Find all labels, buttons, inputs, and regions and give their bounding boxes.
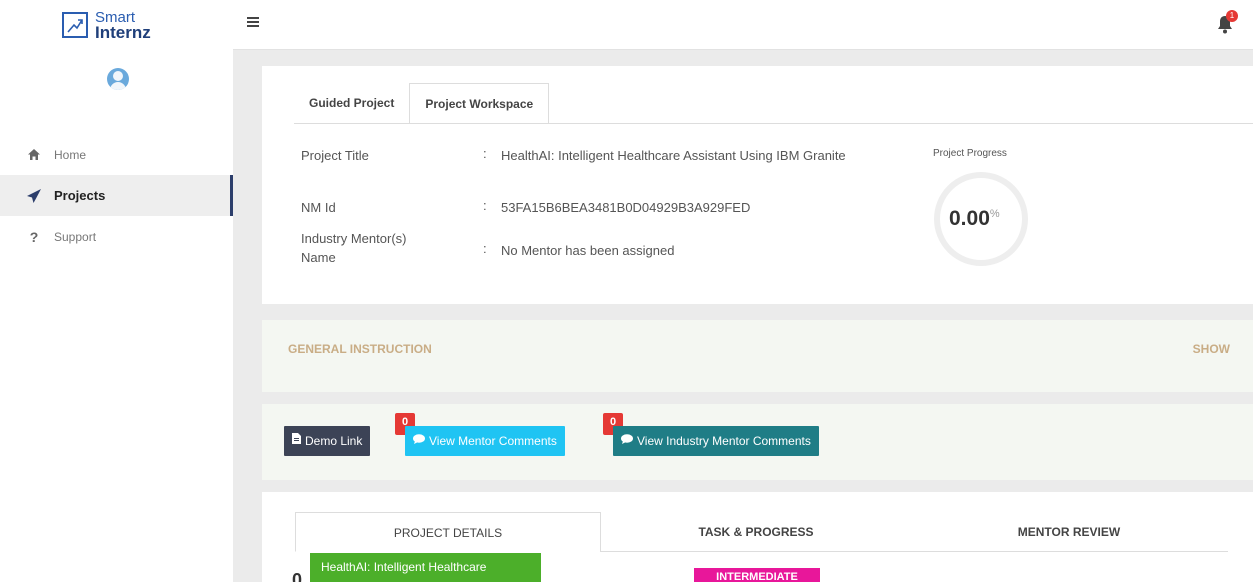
sidebar: Smart Internz Home Projects ? Support: [0, 0, 233, 582]
view-mentor-comments-button[interactable]: View Mentor Comments: [405, 426, 565, 456]
sidebar-item-label: Support: [54, 229, 97, 244]
mentor-label: Industry Mentor(s) Name: [301, 231, 407, 265]
notification-count-badge: 1: [1226, 10, 1238, 22]
tab-task-progress[interactable]: TASK & PROGRESS: [601, 512, 911, 552]
logo-icon: [62, 12, 88, 38]
separator-colon: :: [483, 241, 487, 256]
project-title-label: Project Title: [301, 148, 369, 163]
general-instruction-panel: GENERAL INSTRUCTION SHOW: [262, 320, 1253, 392]
paper-plane-icon: [24, 188, 44, 203]
project-title-chip: HealthAI: Intelligent Healthcare: [310, 553, 541, 582]
sidebar-item-label: Home: [54, 147, 87, 162]
question-icon: ?: [29, 228, 39, 245]
tab-project-details[interactable]: PROJECT DETAILS: [295, 512, 601, 552]
separator-colon: :: [483, 146, 487, 161]
sidebar-item-support[interactable]: ? Support: [0, 216, 233, 257]
view-industry-mentor-comments-button[interactable]: View Industry Mentor Comments: [613, 426, 819, 456]
brand-logo[interactable]: Smart Internz: [62, 10, 151, 42]
brand-name: Smart Internz: [95, 10, 151, 42]
user-avatar[interactable]: [107, 68, 129, 90]
mentor-comments-label: View Mentor Comments: [429, 434, 557, 448]
progress-label: Project Progress: [933, 148, 1007, 159]
demo-link-label: Demo Link: [305, 434, 363, 448]
sidebar-item-label: Projects: [54, 188, 106, 203]
project-details-card: PROJECT DETAILS TASK & PROGRESS MENTOR R…: [262, 492, 1253, 582]
sidebar-item-home[interactable]: Home: [0, 134, 233, 175]
tab-mentor-review[interactable]: MENTOR REVIEW: [911, 512, 1227, 552]
notifications-button[interactable]: 1: [1217, 10, 1239, 36]
menu-toggle-icon[interactable]: [247, 17, 259, 29]
project-tabs: Guided Project Project Workspace: [294, 83, 550, 124]
progress-unit: %: [989, 208, 1000, 220]
partial-number: 0: [292, 570, 303, 582]
general-instruction-heading: GENERAL INSTRUCTION: [288, 342, 432, 356]
top-bar: 1: [233, 0, 1253, 50]
tab-guided-project[interactable]: Guided Project: [294, 83, 409, 124]
sidebar-item-projects[interactable]: Projects: [0, 175, 233, 216]
project-title-value: HealthAI: Intelligent Healthcare Assista…: [501, 148, 846, 163]
file-icon: [292, 426, 301, 456]
nm-id-value: 53FA15B6BEA3481B0D04929B3A929FED: [501, 200, 751, 215]
mentor-value: No Mentor has been assigned: [501, 243, 675, 258]
show-instructions-toggle[interactable]: SHOW: [1193, 342, 1230, 356]
nm-id-label: NM Id: [301, 200, 336, 215]
tab-project-workspace[interactable]: Project Workspace: [409, 83, 550, 124]
brand-line-2: Internz: [95, 23, 151, 42]
difficulty-badge: INTERMEDIATE: [694, 568, 820, 582]
sidebar-nav: Home Projects ? Support: [0, 134, 233, 257]
demo-link-button[interactable]: Demo Link: [284, 426, 371, 456]
comment-icon: [413, 426, 425, 456]
actions-panel: Demo Link 0 View Mentor Comments 0 View …: [262, 404, 1253, 480]
detail-tabs: PROJECT DETAILS TASK & PROGRESS MENTOR R…: [295, 512, 1227, 552]
project-info-card: Guided Project Project Workspace Project…: [262, 66, 1253, 304]
separator-colon: :: [483, 198, 487, 213]
comment-icon: [621, 426, 633, 456]
home-icon: [24, 148, 44, 161]
industry-comments-label: View Industry Mentor Comments: [637, 434, 811, 448]
progress-value: 0.00%: [949, 207, 1000, 230]
